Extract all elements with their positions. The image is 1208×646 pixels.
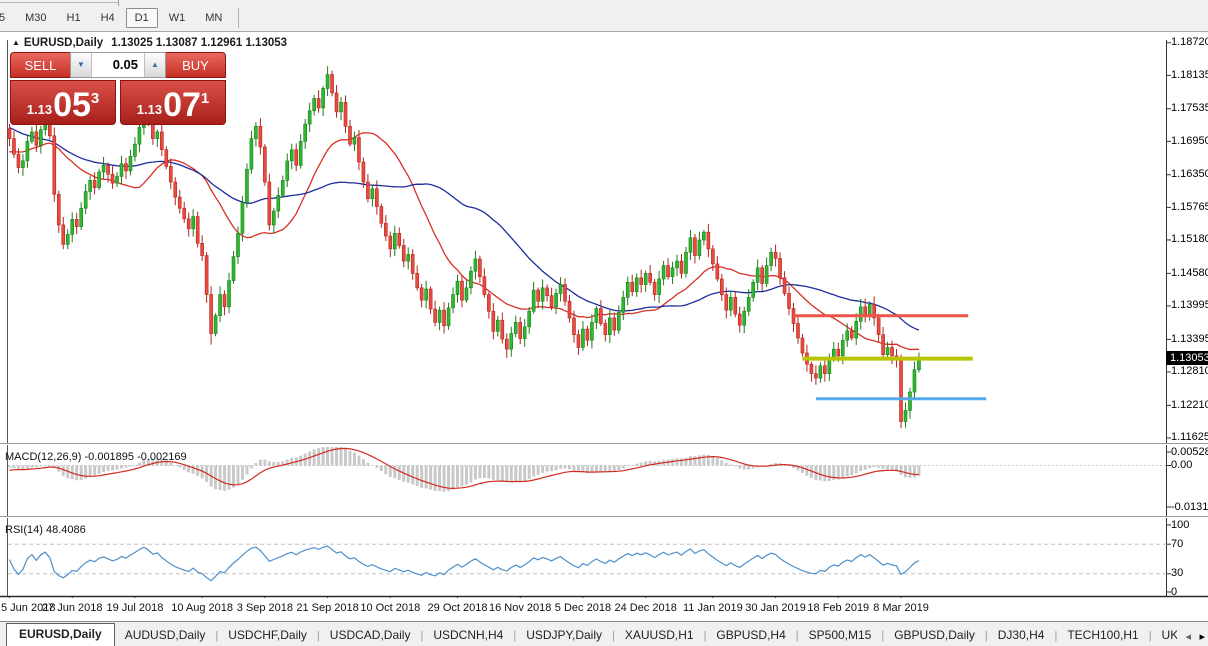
date-axis-label: 24 Dec 2018 (611, 602, 681, 614)
date-axis-label: 19 Jul 2018 (100, 602, 170, 614)
timeframe-button-d1[interactable]: D1 (126, 8, 158, 28)
one-click-trading-panel: SELL ▼ 0.05 ▲ BUY 1.13053 1.13071 (10, 52, 226, 125)
sell-price-pips: 05 (53, 90, 91, 120)
chart-region: ▲ EURUSD,Daily 1.13025 1.13087 1.12961 1.1… (0, 32, 1208, 621)
date-axis-label: 18 Feb 2019 (803, 602, 873, 614)
rsi-axis-tick: 30 (1171, 567, 1183, 579)
buy-price-point: 1 (201, 90, 209, 107)
chart-tab-audusd-daily[interactable]: AUDUSD,Daily (115, 625, 216, 646)
chart-tab-eurusd-daily[interactable]: EURUSD,Daily (6, 623, 115, 646)
price-axis-tick: 1.12810 (1171, 365, 1208, 377)
rsi-axis-tick: 0 (1171, 586, 1177, 598)
chart-ohlc-values: 1.13025 1.13087 1.12961 1.13053 (111, 37, 287, 49)
symbol-marker-icon: ▲ (12, 38, 20, 47)
date-axis-label: 10 Oct 2018 (355, 602, 425, 614)
timeframe-button-m30[interactable]: M30 (16, 8, 55, 28)
buy-price-pips: 07 (163, 90, 201, 120)
timeframe-button-w1[interactable]: W1 (160, 8, 195, 28)
toolbar-top-strip (0, 0, 1208, 6)
date-axis-label: 11 Jan 2019 (678, 602, 748, 614)
chart-header: ▲ EURUSD,Daily 1.13025 1.13087 1.12961 1.1… (12, 37, 287, 49)
moving-average-slow (10, 128, 919, 331)
chart-symbol-label: EURUSD,Daily (24, 37, 103, 49)
current-price-badge: 1.13053 (1166, 351, 1208, 365)
sell-button[interactable]: SELL (10, 52, 70, 78)
price-axis-tick: 1.16350 (1171, 168, 1208, 180)
tab-scroll-arrows: ◂ ▸ (1177, 627, 1205, 645)
price-axis-tick: 1.17535 (1171, 102, 1208, 114)
date-axis-label: 29 Oct 2018 (423, 602, 493, 614)
sell-price-base: 1.13 (27, 100, 52, 120)
price-axis-tick: 1.12210 (1171, 399, 1208, 411)
timeframe-button-h1[interactable]: H1 (58, 8, 90, 28)
date-axis-label: 5 Dec 2018 (548, 602, 618, 614)
volume-decrease-button[interactable]: ▼ (71, 53, 92, 77)
rsi-indicator-label: RSI(14) 48.4086 (5, 524, 86, 536)
chart-tab-usdchf-daily[interactable]: USDCHF,Daily (218, 625, 317, 646)
chart-tab-usdcad-daily[interactable]: USDCAD,Daily (320, 625, 421, 646)
chart-tab-gbpusd-h4[interactable]: GBPUSD,H4 (706, 625, 795, 646)
date-axis-label: 21 Sep 2018 (293, 602, 363, 614)
volume-increase-button[interactable]: ▲ (144, 53, 165, 77)
date-axis-label: 30 Jan 2019 (741, 602, 811, 614)
price-axis-tick: 1.11625 (1171, 431, 1208, 443)
chart-tab-tech100-h1[interactable]: TECH100,H1 (1057, 625, 1148, 646)
price-axis-tick: 1.15180 (1171, 233, 1208, 245)
price-axis-tick: 1.15765 (1171, 201, 1208, 213)
price-axis-tick: 1.16950 (1171, 135, 1208, 147)
macd-axis-tick: 0.005282 (1171, 446, 1208, 458)
price-axis-tick: 1.18135 (1171, 69, 1208, 81)
chart-tab-dj30-h4[interactable]: DJ30,H4 (988, 625, 1055, 646)
buy-price-display[interactable]: 1.13071 (120, 80, 226, 125)
price-axis-tick: 1.13995 (1171, 299, 1208, 311)
buy-price-base: 1.13 (137, 100, 162, 120)
chart-tab-sp500-m15[interactable]: SP500,M15 (799, 625, 882, 646)
buy-button[interactable]: BUY (166, 52, 226, 78)
macd-axis-tick: 0.00 (1171, 459, 1192, 471)
rsi-axis-tick: 100 (1171, 519, 1189, 531)
volume-stepper: ▼ 0.05 ▲ (70, 52, 166, 78)
timeframe-toolbar: 5M30H1H4D1W1MN (0, 0, 1208, 32)
tab-scroll-left-icon[interactable]: ◂ (1185, 631, 1191, 643)
price-axis-tick: 1.13395 (1171, 333, 1208, 345)
chart-tab-usdcnh-h4[interactable]: USDCNH,H4 (423, 625, 513, 646)
date-axis-label: 10 Aug 2018 (167, 602, 237, 614)
timeframe-button-5[interactable]: 5 (0, 8, 14, 28)
price-axis-tick: 1.14580 (1171, 267, 1208, 279)
macd-indicator-label: MACD(12,26,9) -0.001895 -0.002169 (5, 451, 187, 463)
date-axis-label: 8 Mar 2019 (866, 602, 936, 614)
date-axis-label: 16 Nov 2018 (485, 602, 555, 614)
price-axis-tick: 1.18720 (1171, 36, 1208, 48)
macd-axis-tick: -0.013111 (1171, 501, 1208, 513)
date-axis-label: 3 Sep 2018 (230, 602, 300, 614)
rsi-line (10, 546, 919, 581)
sell-price-point: 3 (91, 90, 99, 107)
moving-average-fast (10, 133, 919, 350)
timeframe-button-h4[interactable]: H4 (92, 8, 124, 28)
sell-price-display[interactable]: 1.13053 (10, 80, 116, 125)
chart-tab-gbpusd-daily[interactable]: GBPUSD,Daily (884, 625, 985, 646)
chart-tab-xauusd-h1[interactable]: XAUUSD,H1 (615, 625, 704, 646)
timeframe-button-mn[interactable]: MN (196, 8, 231, 28)
date-axis-label: 27 Jun 2018 (37, 602, 107, 614)
chart-tab-usdjpy-daily[interactable]: USDJPY,Daily (516, 625, 612, 646)
volume-input[interactable]: 0.05 (92, 53, 144, 77)
tab-scroll-right-icon[interactable]: ▸ (1199, 631, 1205, 643)
toolbar-separator (238, 8, 239, 28)
chart-tab-bar: EURUSD,DailyAUDUSD,Daily|USDCHF,Daily|US… (0, 621, 1208, 646)
rsi-axis-tick: 70 (1171, 538, 1183, 550)
